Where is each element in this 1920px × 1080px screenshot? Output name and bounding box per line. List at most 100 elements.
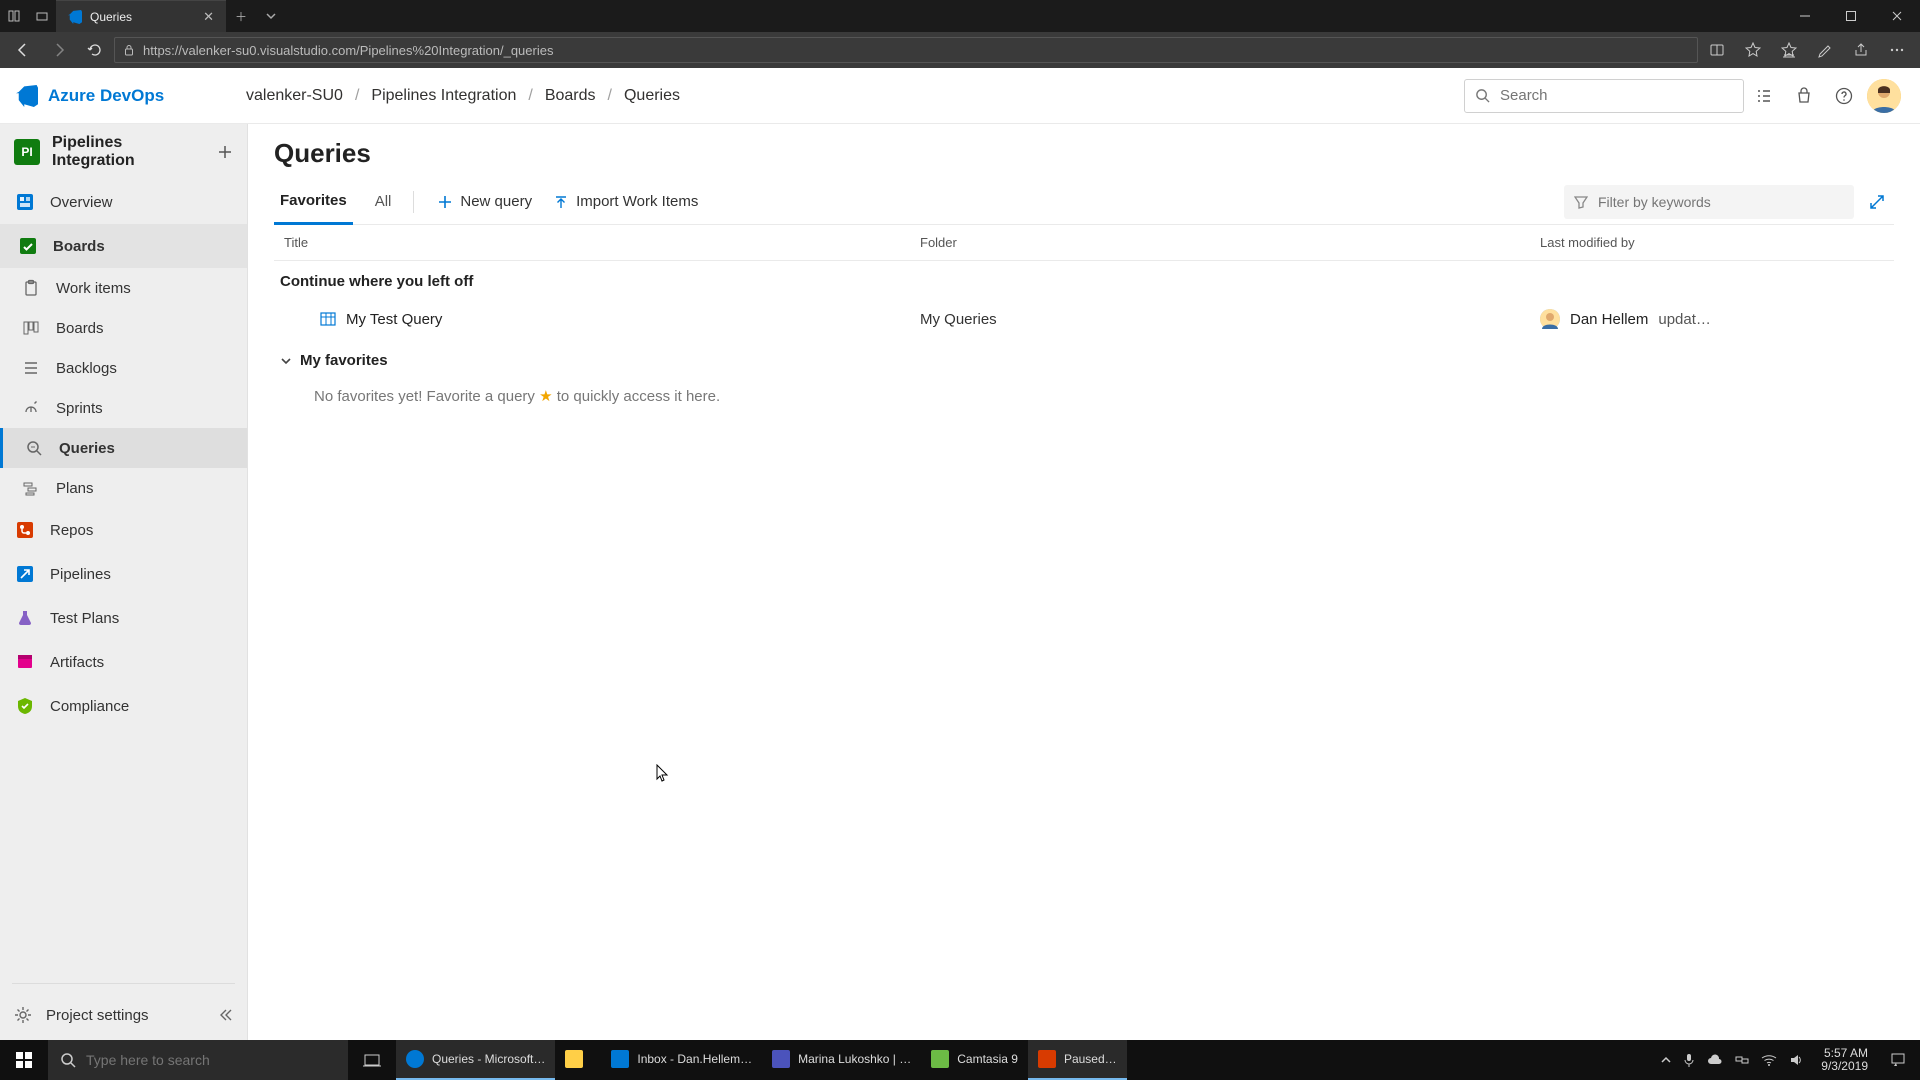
sidebar-item-overview[interactable]: Overview: [0, 180, 247, 224]
column-folder[interactable]: Folder: [920, 235, 1540, 250]
project-settings[interactable]: Project settings: [0, 990, 247, 1040]
collapse-sidebar-icon[interactable]: [217, 1007, 233, 1023]
taskbar-search[interactable]: [48, 1040, 348, 1080]
sidebar-item-label: Artifacts: [50, 654, 104, 671]
azure-devops-logo-icon: [16, 85, 38, 107]
volume-icon[interactable]: [1789, 1053, 1803, 1067]
breadcrumb-project[interactable]: Pipelines Integration: [371, 87, 516, 105]
tab-all[interactable]: All: [369, 179, 398, 225]
window-minimize-button[interactable]: [1782, 0, 1828, 32]
breadcrumb-separator: /: [608, 87, 612, 105]
tab-favorites[interactable]: Favorites: [274, 179, 353, 225]
onedrive-icon[interactable]: [1707, 1054, 1723, 1066]
project-name: Pipelines Integration: [52, 134, 205, 170]
favorites-section[interactable]: My favorites: [274, 340, 1894, 377]
sidebar-item-artifacts[interactable]: Artifacts: [0, 640, 247, 684]
sidebar-item-boards-sub[interactable]: Boards: [0, 308, 247, 348]
tab-bar: Favorites All New query Import Work Item…: [274, 179, 1894, 225]
refresh-button[interactable]: [78, 32, 112, 68]
forward-button[interactable]: [42, 32, 76, 68]
query-row[interactable]: My Test Query My Queries Dan Hellem upda…: [274, 298, 1894, 340]
more-icon[interactable]: [1880, 32, 1914, 68]
url-field[interactable]: https://valenker-su0.visualstudio.com/Pi…: [114, 37, 1698, 63]
breadcrumb-org[interactable]: valenker-SU0: [246, 87, 343, 105]
favorites-empty-text: to quickly access it here.: [553, 388, 721, 405]
taskbar-app-outlook[interactable]: Inbox - Dan.Hellem…: [601, 1040, 762, 1080]
new-query-button[interactable]: New query: [430, 179, 540, 225]
global-search[interactable]: [1464, 79, 1744, 113]
window-close-button[interactable]: [1874, 0, 1920, 32]
tray-chevron-icon[interactable]: [1661, 1055, 1671, 1065]
taskbar-app-edge[interactable]: Queries - Microsoft…: [396, 1040, 555, 1080]
breadcrumb-page[interactable]: Queries: [624, 87, 680, 105]
close-tab-icon[interactable]: ✕: [203, 9, 214, 25]
fullscreen-icon[interactable]: [1860, 185, 1894, 219]
grid-header: Title Folder Last modified by: [274, 225, 1894, 261]
sidebar-item-label: Work items: [56, 280, 131, 297]
taskbar-clock[interactable]: 5:57 AM 9/3/2019: [1813, 1040, 1876, 1080]
project-settings-label: Project settings: [46, 1007, 149, 1024]
favorites-empty-text: No favorites yet! Favorite a query: [314, 388, 539, 405]
camtasia-icon: [931, 1050, 949, 1068]
sidebar-item-boards[interactable]: Boards: [0, 224, 247, 268]
avatar: [1867, 79, 1901, 113]
sidebar-item-work-items[interactable]: Work items: [0, 268, 247, 308]
sidebar-item-sprints[interactable]: Sprints: [0, 388, 247, 428]
filter-box[interactable]: [1564, 185, 1854, 219]
system-tray[interactable]: [1651, 1040, 1813, 1080]
start-button[interactable]: [0, 1040, 48, 1080]
microphone-icon[interactable]: [1683, 1053, 1695, 1067]
tabs-menu-icon[interactable]: [256, 0, 286, 32]
sidebar-item-label: Overview: [50, 194, 113, 211]
sidebar-item-test-plans[interactable]: Test Plans: [0, 596, 247, 640]
taskbar-search-input[interactable]: [86, 1052, 336, 1068]
sidebar-item-plans[interactable]: Plans: [0, 468, 247, 508]
taskbar-app-camtasia[interactable]: Camtasia 9: [921, 1040, 1028, 1080]
sidebar-item-backlogs[interactable]: Backlogs: [0, 348, 247, 388]
sidebar-item-repos[interactable]: Repos: [0, 508, 247, 552]
project-selector[interactable]: PI Pipelines Integration: [0, 124, 247, 180]
sidebar-item-queries[interactable]: Queries: [0, 428, 247, 468]
column-modified[interactable]: Last modified by: [1540, 235, 1888, 250]
favorites-hub-icon[interactable]: [1772, 32, 1806, 68]
sidebar-item-compliance[interactable]: Compliance: [0, 684, 247, 728]
work-items-icon[interactable]: [1744, 76, 1784, 116]
action-center-icon[interactable]: [1876, 1040, 1920, 1080]
project-badge: PI: [14, 139, 40, 165]
sidebar-item-label: Plans: [56, 480, 94, 497]
sidebar-item-label: Backlogs: [56, 360, 117, 377]
user-menu[interactable]: [1864, 76, 1904, 116]
app-root: Azure DevOps valenker-SU0 / Pipelines In…: [0, 68, 1920, 1040]
sidebar-item-pipelines[interactable]: Pipelines: [0, 552, 247, 596]
taskbar-app-teams[interactable]: Marina Lukoshko | …: [762, 1040, 921, 1080]
help-icon[interactable]: [1824, 76, 1864, 116]
product-logo[interactable]: Azure DevOps: [16, 85, 246, 107]
new-tab-button[interactable]: ＋: [226, 0, 256, 32]
breadcrumb-area[interactable]: Boards: [545, 87, 596, 105]
breadcrumb-separator: /: [528, 87, 532, 105]
browser-tab[interactable]: Queries ✕: [56, 0, 226, 32]
favorite-star-icon[interactable]: [1736, 32, 1770, 68]
wifi-icon[interactable]: [1761, 1054, 1777, 1066]
share-icon[interactable]: [1844, 32, 1878, 68]
new-query-label: New query: [460, 193, 532, 210]
url-text: https://valenker-su0.visualstudio.com/Pi…: [143, 43, 553, 58]
marketplace-icon[interactable]: [1784, 76, 1824, 116]
tab-preview-icon[interactable]: [28, 10, 56, 22]
import-work-items-button[interactable]: Import Work Items: [546, 179, 706, 225]
window-maximize-button[interactable]: [1828, 0, 1874, 32]
filter-input[interactable]: [1598, 194, 1844, 210]
network-icon[interactable]: [1735, 1053, 1749, 1067]
column-title[interactable]: Title: [280, 235, 920, 250]
reading-view-icon[interactable]: [1700, 32, 1734, 68]
repos-icon: [14, 520, 36, 540]
pipelines-icon: [14, 564, 36, 584]
search-input[interactable]: [1500, 87, 1733, 104]
taskbar-app-recorder[interactable]: Paused…: [1028, 1040, 1127, 1080]
back-button[interactable]: [6, 32, 40, 68]
notes-icon[interactable]: [1808, 32, 1842, 68]
tab-actions-icon[interactable]: [0, 10, 28, 22]
task-view-button[interactable]: [348, 1040, 396, 1080]
taskbar-app-explorer[interactable]: [555, 1040, 601, 1080]
add-button[interactable]: [217, 144, 233, 160]
